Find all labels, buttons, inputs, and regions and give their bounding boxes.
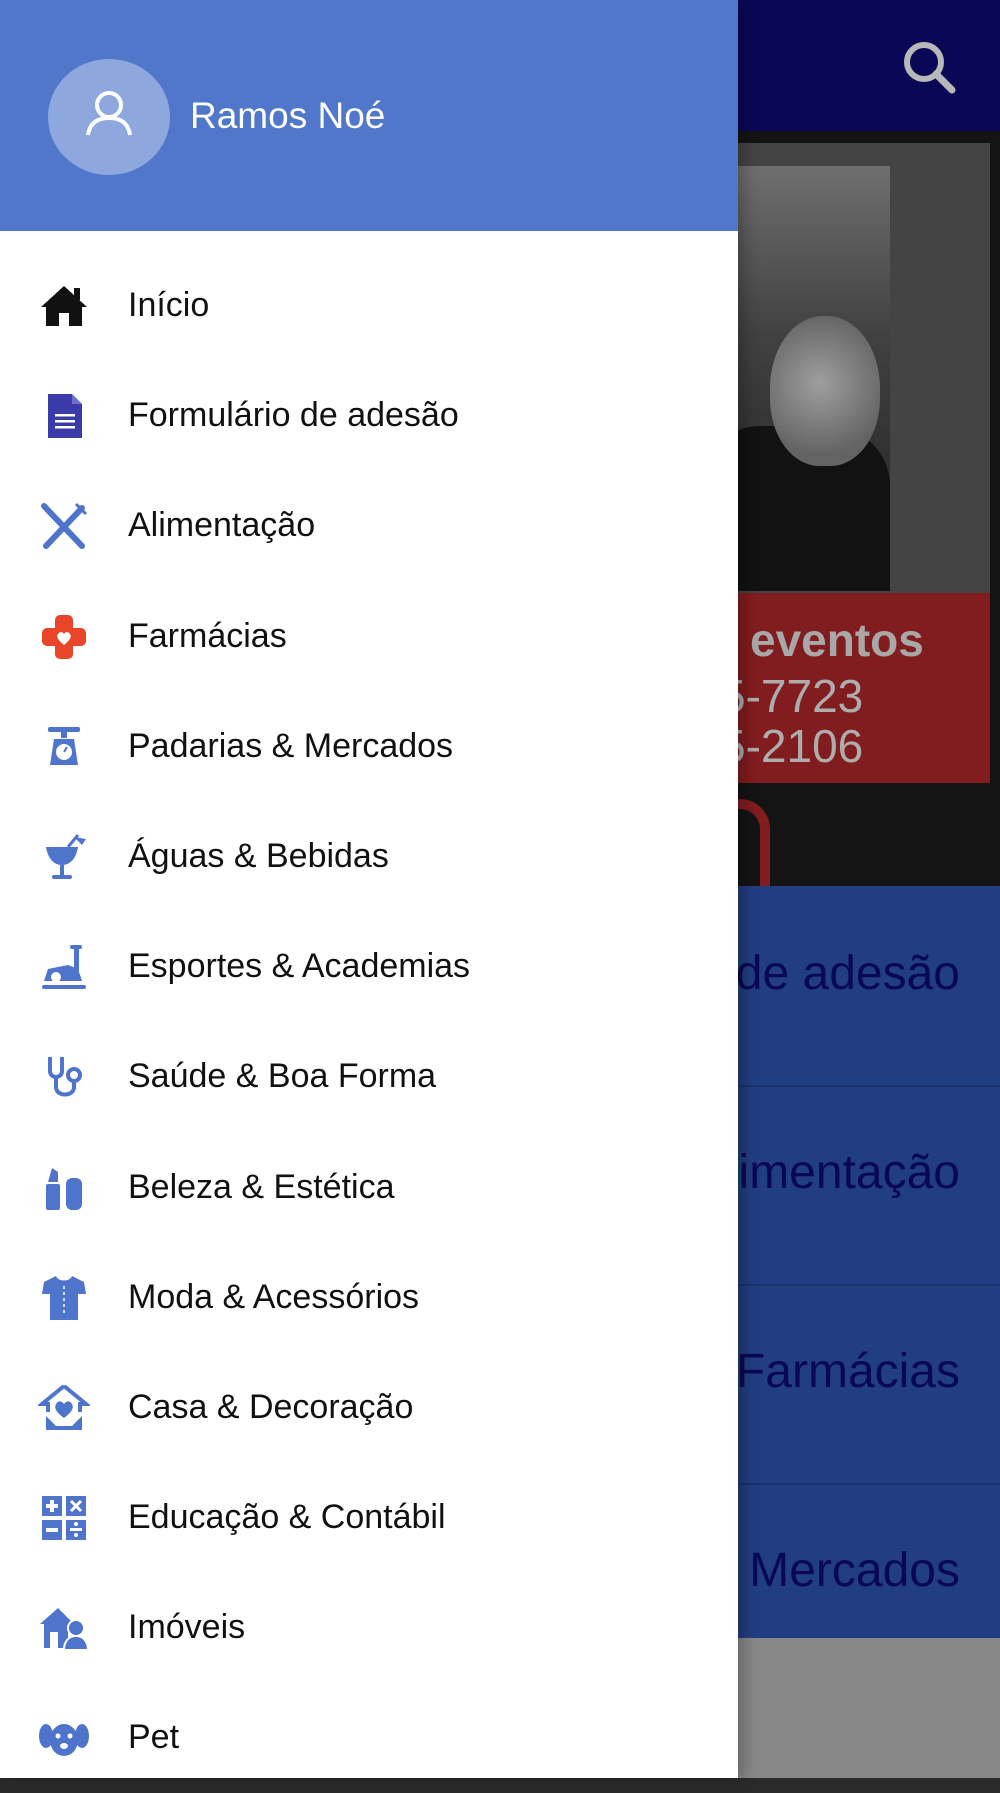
- menu-item-farmacias[interactable]: Farmácias: [0, 581, 738, 691]
- menu-item-label: Educação & Contábil: [128, 1498, 446, 1537]
- real-estate-icon: [40, 1608, 90, 1652]
- user-icon: [86, 91, 132, 136]
- menu-item-label: Beleza & Estética: [128, 1167, 395, 1206]
- menu-item-saude[interactable]: Saúde & Boa Forma: [0, 1021, 738, 1131]
- menu-item-label: Início: [128, 286, 210, 324]
- menu-item-label: Formulário de adesão: [128, 396, 459, 435]
- menu-item-label: Imóveis: [128, 1608, 246, 1647]
- menu-item-aguas[interactable]: Águas & Bebidas: [0, 801, 738, 911]
- avatar[interactable]: [48, 59, 170, 175]
- menu-item-label: Casa & Decoração: [128, 1387, 414, 1426]
- drawer-menu: Início Formulário de adesão Alimentação: [0, 250, 738, 1793]
- menu-item-label: Saúde & Boa Forma: [128, 1057, 437, 1096]
- drawer-header: Ramos Noé: [0, 0, 738, 231]
- menu-item-inicio[interactable]: Início: [0, 250, 738, 360]
- form-icon: [48, 394, 82, 439]
- user-name: Ramos Noé: [190, 95, 386, 136]
- menu-item-label: Águas & Bebidas: [128, 836, 389, 875]
- menu-item-pet[interactable]: Pet: [0, 1682, 738, 1792]
- calculator-icon: [42, 1496, 86, 1541]
- drink-icon: [46, 833, 86, 879]
- menu-item-educacao[interactable]: Educação & Contábil: [0, 1462, 738, 1572]
- menu-item-label: Farmácias: [128, 616, 287, 655]
- menu-item-casa[interactable]: Casa & Decoração: [0, 1352, 738, 1462]
- menu-item-label: Esportes & Academias: [128, 947, 471, 986]
- menu-item-imoveis[interactable]: Imóveis: [0, 1572, 738, 1682]
- menu-item-label: Padarias & Mercados: [128, 726, 454, 765]
- stethoscope-icon: [48, 1057, 82, 1097]
- menu-item-moda[interactable]: Moda & Acessórios: [0, 1242, 738, 1352]
- dog-icon: [39, 1724, 89, 1757]
- menu-item-formulario[interactable]: Formulário de adesão: [0, 360, 738, 470]
- menu-item-label: Moda & Acessórios: [128, 1277, 420, 1316]
- menu-item-alimentacao[interactable]: Alimentação: [0, 470, 738, 580]
- scale-icon: [48, 726, 80, 765]
- house-heart-icon: [38, 1384, 90, 1430]
- menu-item-label: Pet: [128, 1718, 180, 1757]
- navigation-drawer: Ramos Noé Início Formulário de adesão Al…: [0, 0, 738, 1778]
- pharmacy-cross-icon: [42, 614, 86, 659]
- cosmetics-icon: [46, 1167, 82, 1210]
- shirt-icon: [42, 1275, 86, 1320]
- menu-item-label: Alimentação: [128, 506, 316, 545]
- fork-knife-icon: [41, 503, 88, 550]
- home-icon: [41, 286, 87, 326]
- menu-item-padarias[interactable]: Padarias & Mercados: [0, 691, 738, 801]
- exercise-bike-icon: [42, 945, 86, 990]
- menu-item-beleza[interactable]: Beleza & Estética: [0, 1132, 738, 1242]
- menu-item-esportes[interactable]: Esportes & Academias: [0, 911, 738, 1021]
